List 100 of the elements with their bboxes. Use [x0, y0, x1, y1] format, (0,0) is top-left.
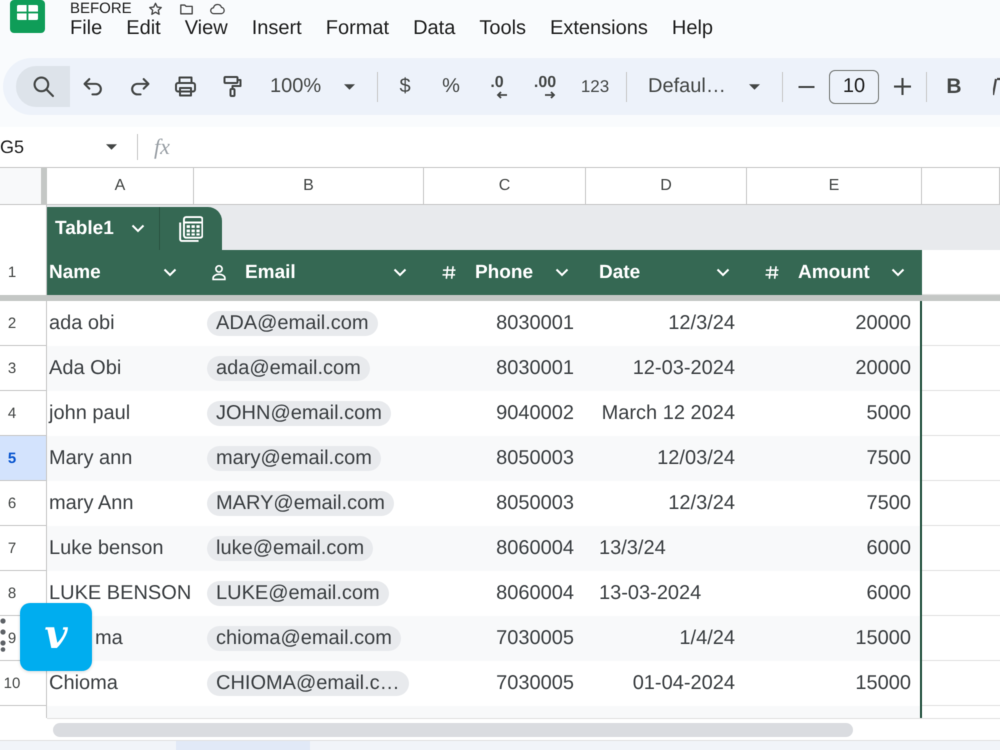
row-number[interactable]: 7: [8, 540, 16, 556]
row-number[interactable]: 9: [8, 630, 16, 646]
menu-item[interactable]: Extensions: [550, 17, 648, 39]
menu-item[interactable]: Help: [672, 17, 714, 39]
row-number[interactable]: 10: [4, 674, 20, 692]
menu-item[interactable]: File: [70, 17, 102, 39]
amount-value: 5000: [866, 402, 911, 425]
column-letter[interactable]: D: [586, 168, 747, 205]
email-chip[interactable]: MARY@email.com: [207, 491, 394, 516]
chevron-down-icon[interactable]: [555, 268, 569, 277]
date-value: 12-03-2024: [632, 357, 735, 380]
phone-number: 8050003: [496, 492, 574, 515]
amount-value: 6000: [866, 582, 911, 605]
email-chip[interactable]: luke@email.com: [207, 536, 374, 561]
document-title[interactable]: BEFORE: [70, 0, 132, 17]
person-name: Chioma: [49, 672, 118, 695]
menu-item[interactable]: Insert: [252, 17, 302, 39]
column-header-label: Email: [245, 262, 296, 284]
scrollbar-thumb[interactable]: [53, 723, 853, 737]
person-name: ada obi: [49, 312, 115, 335]
date-value: March 12 2024: [602, 402, 735, 425]
row-number[interactable]: 1: [8, 264, 16, 281]
phone-number: 8050003: [496, 447, 574, 470]
amount-value: 20000: [855, 357, 911, 380]
amount-value: 20000: [855, 312, 911, 335]
caret-icon: [749, 84, 760, 90]
drag-handle-icon[interactable]: [0, 618, 6, 652]
font-dropdown[interactable]: Defaul…: [634, 66, 770, 107]
menu-item[interactable]: Tools: [479, 17, 526, 39]
hash-icon: [765, 265, 779, 280]
phone-number: 7030005: [496, 627, 574, 650]
number-format-button[interactable]: 123: [570, 66, 620, 107]
chevron-down-icon[interactable]: [393, 268, 407, 277]
table-name-tab[interactable]: Table1: [47, 207, 160, 250]
column-header-label: Phone: [475, 262, 534, 284]
currency-button[interactable]: $: [382, 66, 428, 107]
column-letter[interactable]: E: [747, 168, 922, 205]
column-letter[interactable]: B: [194, 168, 424, 205]
person-name: Mary ann: [49, 447, 132, 470]
table-view-button[interactable]: [160, 207, 222, 250]
row-number[interactable]: 5: [8, 450, 16, 466]
menu-item[interactable]: View: [184, 17, 228, 39]
star-icon[interactable]: [148, 2, 163, 16]
menu-item[interactable]: Data: [413, 17, 456, 39]
zoom-dropdown[interactable]: 100%: [256, 66, 365, 107]
chevron-down-icon[interactable]: [163, 268, 177, 277]
phone-number: 9040002: [496, 402, 574, 425]
date-value: 12/03/24: [657, 447, 735, 470]
email-chip[interactable]: ADA@email.com: [207, 311, 378, 336]
redo-icon: [128, 76, 150, 97]
email-chip[interactable]: mary@email.com: [207, 446, 381, 471]
folder-icon[interactable]: [178, 2, 194, 16]
phone-number: 8060004: [496, 582, 574, 605]
search-button[interactable]: [16, 66, 70, 107]
row-number[interactable]: 6: [8, 494, 16, 512]
printer-icon: [174, 76, 196, 97]
person-name: Ada Obi: [49, 357, 122, 380]
minus-icon: [798, 86, 814, 88]
menu-item[interactable]: Format: [326, 17, 390, 39]
person-icon: [212, 265, 226, 280]
menu-item[interactable]: Edit: [126, 17, 161, 39]
email-chip[interactable]: ada@email.com: [207, 356, 370, 381]
email-chip[interactable]: JOHN@email.com: [207, 401, 391, 426]
undo-icon: [82, 76, 104, 97]
column-letter[interactable]: C: [424, 168, 586, 205]
right-arrow-icon: [544, 90, 556, 98]
row-number[interactable]: 8: [8, 584, 16, 602]
email-chip[interactable]: chioma@email.com: [207, 626, 401, 651]
spreadsheet-logo-icon[interactable]: [10, 0, 45, 33]
date-value: 1/4/24: [679, 627, 735, 650]
cloud-icon[interactable]: [210, 2, 225, 16]
phone-number: 8030001: [496, 312, 574, 335]
row-number[interactable]: 4: [8, 404, 16, 422]
person-name: Luke benson: [49, 537, 164, 560]
chevron-down-icon[interactable]: [891, 268, 905, 277]
bold-button[interactable]: B: [931, 66, 977, 107]
row-number[interactable]: 2: [8, 314, 16, 332]
row-number[interactable]: 3: [8, 360, 16, 376]
email-chip[interactable]: LUKE@email.com: [207, 581, 389, 606]
search-icon: [32, 76, 54, 97]
date-value: 13/3/24: [599, 537, 666, 560]
font-size-field[interactable]: 10: [829, 70, 879, 104]
email-chip[interactable]: CHIOMA@email.c…: [207, 671, 409, 696]
column-letter[interactable]: A: [47, 168, 194, 205]
person-name: LUKE BENSON: [49, 582, 192, 605]
column-header-label: Date: [599, 262, 640, 284]
hash-icon: [442, 265, 456, 280]
name-box[interactable]: G5: [0, 131, 126, 163]
table-icon: [179, 216, 203, 242]
column-header-label: Name: [49, 262, 101, 284]
increase-decimal-button[interactable]: .00: [520, 66, 570, 107]
date-value: 01-04-2024: [632, 672, 735, 695]
percent-button[interactable]: %: [428, 66, 474, 107]
italic-icon[interactable]: [993, 76, 1000, 96]
caret-icon: [106, 144, 117, 150]
amount-value: 7500: [866, 492, 911, 515]
person-name: ma: [95, 627, 123, 650]
column-header-label: Amount: [798, 262, 870, 284]
decrease-decimal-button[interactable]: .0: [474, 66, 520, 107]
chevron-down-icon[interactable]: [716, 268, 730, 277]
